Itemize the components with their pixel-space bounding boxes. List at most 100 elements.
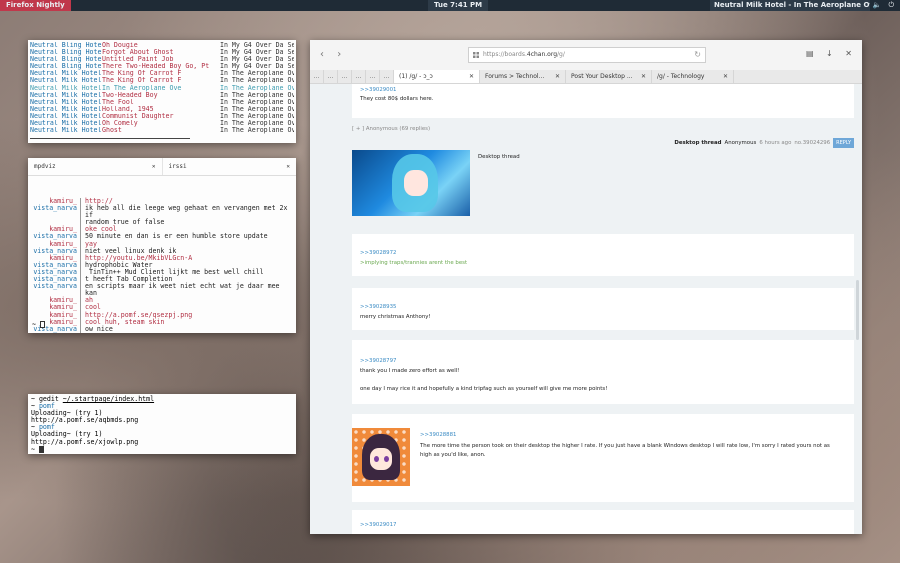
playlist-row[interactable]: Neutral Milk Hotel The Fool In The Aeropla… [30,99,294,106]
separator [80,247,81,255]
progress-bar[interactable] [30,138,190,139]
close-tab-icon[interactable]: ✕ [555,73,560,80]
site-info-icon[interactable] [473,52,479,58]
irc-nick: vista_narva [33,282,77,291]
playlist-row[interactable]: Neutral Bling Hotel Untitled Paint Job In … [30,56,294,63]
reply-button[interactable]: REPLY [833,138,854,148]
irc-text: 50 minute en dan is er een humble store … [85,232,268,241]
playlist-row[interactable]: Neutral Milk Hotel Two-Headed Boy In The A… [30,92,294,99]
quote-link[interactable]: >>39028881 [420,432,456,438]
reply-post: >>39028881 The more time the person took… [352,414,854,502]
quote-link[interactable]: >>39028972 [360,250,396,256]
playlist-album: In My G4 Over Da Sea [220,56,294,64]
download-icon[interactable]: ↓ [826,49,833,58]
browser-tab[interactable]: /g/ - Technology ✕ [652,70,734,83]
back-icon[interactable]: ‹ [320,49,324,60]
terminal-window[interactable]: ~ gedit ~/.startpage/index.html ~ pomf Upl… [28,394,296,454]
close-icon[interactable]: ✕ [152,163,156,170]
pinned-tab[interactable]: ... [338,70,352,83]
separator [80,198,81,206]
scrollbar[interactable] [856,280,859,340]
pinned-tab[interactable]: ... [310,70,324,83]
irc-message: vista_narva ik heb all die leege weg geha… [32,204,292,220]
separator [80,318,81,326]
post-header: Desktop thread Anonymous 6 hours ago no.… [674,138,854,148]
pinned-tab[interactable]: ... [324,70,338,83]
playlist-album: In The Aeroplane Over The Sea [220,98,294,106]
tab-label: Post Your Desktop ... [571,73,633,80]
playlist-artist: Neutral Milk Hotel [30,98,102,106]
close-tab-icon[interactable]: ✕ [641,73,646,80]
playlist-row[interactable]: Neutral Milk Hotel Holland, 1945 In The Ae… [30,106,294,113]
tab-label: irssi [168,162,187,170]
playlist-artist: Neutral Milk Hotel [30,77,102,85]
playlist-title: The King Of Carrot F [102,70,182,78]
playlist-artist: Neutral Milk Hotel [30,105,102,113]
close-tab-icon[interactable]: ✕ [469,73,474,80]
close-window-icon[interactable]: ✕ [845,49,852,58]
playlist-album: In The Aeroplane Over The Sea [220,112,294,120]
browser-tab[interactable]: Forums > Technol... ✕ [480,70,566,83]
quote-link[interactable]: >>39029017 [360,522,396,528]
clock[interactable]: Tue 7:41 PM [428,0,489,11]
prompt-symbol: ~ [32,320,36,329]
quote-link[interactable]: >>39029001 [360,87,396,93]
terminal-prompt[interactable]: ~ [31,446,293,454]
quote-link[interactable]: >>39028935 [360,304,396,310]
irc-text: cool huh, steam skin [85,317,165,326]
irc-nick: vista_narva [33,204,77,213]
forward-icon[interactable]: › [337,49,341,60]
reload-icon[interactable]: ↻ [694,48,701,62]
terminal-line: ~ gedit ~/.startpage/index.html [31,395,293,403]
playlist-row[interactable]: Neutral Milk Hotel Communist Daughter In T… [30,113,294,120]
pinned-tab[interactable]: ... [366,70,380,83]
playlist-row[interactable]: Neutral Milk Hotel The King Of Carrot F In… [30,77,294,84]
separator [80,304,81,312]
playlist-row[interactable]: Neutral Bling Hotel There Two-Headed Boy … [30,63,294,70]
playlist-row[interactable]: Neutral Bling Hotel Oh Dougie In My G4 Ove… [30,42,294,49]
pinned-tab[interactable]: ... [352,70,366,83]
close-icon[interactable]: ✕ [286,163,290,170]
pinned-tab[interactable]: ... [380,70,394,83]
tab-label: (1) /g/ - ɔ_ɔ [399,73,433,80]
tab-label: mpdviz [34,162,56,170]
reply-post: >>39028935 merry christmas Anthony! [352,288,854,330]
now-playing: Neutral Milk Hotel - In The Aeroplane Ov… [710,0,870,11]
post-text: one day I may rice it and hopefully a ki… [360,386,608,392]
thread-image[interactable] [352,150,470,216]
terminal-line: http://a.pomf.se/xjowlp.png [31,438,293,446]
post-number[interactable]: no.39024296 [794,140,830,146]
tab-mpdviz[interactable]: mpdviz ✕ [28,158,162,175]
playlist-row[interactable]: Neutral Milk Hotel Oh Comely In The Aeropl… [30,120,294,127]
playlist-album: In My G4 Over Da Sea [220,63,294,71]
text-cursor [39,321,45,329]
separator [80,261,81,269]
irc-messages: kamiru_ http://vista_narva ik heb all die … [28,176,296,333]
playlist-artist: Neutral Bling Hotel [30,63,102,71]
reader-icon[interactable]: ▤ [806,49,814,58]
close-tab-icon[interactable]: ✕ [723,73,728,80]
quote-link[interactable]: >>39028797 [360,358,396,364]
reply-post: >>39028797 thank you I made zero effort … [352,340,854,404]
power-icon[interactable]: ⏻ [888,1,894,9]
volume-icon[interactable]: 🔈 [873,1,882,9]
playlist-album: In The Aeroplane Over The Sea [220,120,294,128]
browser-tab[interactable]: Post Your Desktop ... ✕ [566,70,652,83]
terminal-text: ~/.startpage/index.html [62,395,155,403]
omitted-replies[interactable]: [ + ] Anonymous (69 replies) [352,126,430,132]
url-bar[interactable]: https://boards.4chan.org/g/ ↻ [468,47,706,63]
playlist-row[interactable]: Neutral Milk Hotel In The Aeroplane Ove In… [30,85,294,92]
terminal-line: http://a.pomf.se/aqbmds.png [31,417,293,424]
separator [80,297,81,305]
browser-tab[interactable]: (1) /g/ - ɔ_ɔ ✕ [394,70,480,83]
irc-text: ah [85,296,93,305]
playlist-row[interactable]: Neutral Bling Hotel Forgot About Ghost In … [30,49,294,56]
url-host: 4chan.org [526,51,558,58]
reply-image[interactable] [352,428,410,486]
active-app-label[interactable]: Firefox Nightly [0,0,71,11]
tab-irssi[interactable]: irssi ✕ [161,158,297,175]
irc-prompt[interactable]: ~ [32,321,45,329]
separator [80,311,81,319]
playlist-row[interactable]: Neutral Milk Hotel Ghost In The Aeroplane … [30,127,294,134]
playlist-row[interactable]: Neutral Milk Hotel The King Of Carrot F In… [30,70,294,77]
